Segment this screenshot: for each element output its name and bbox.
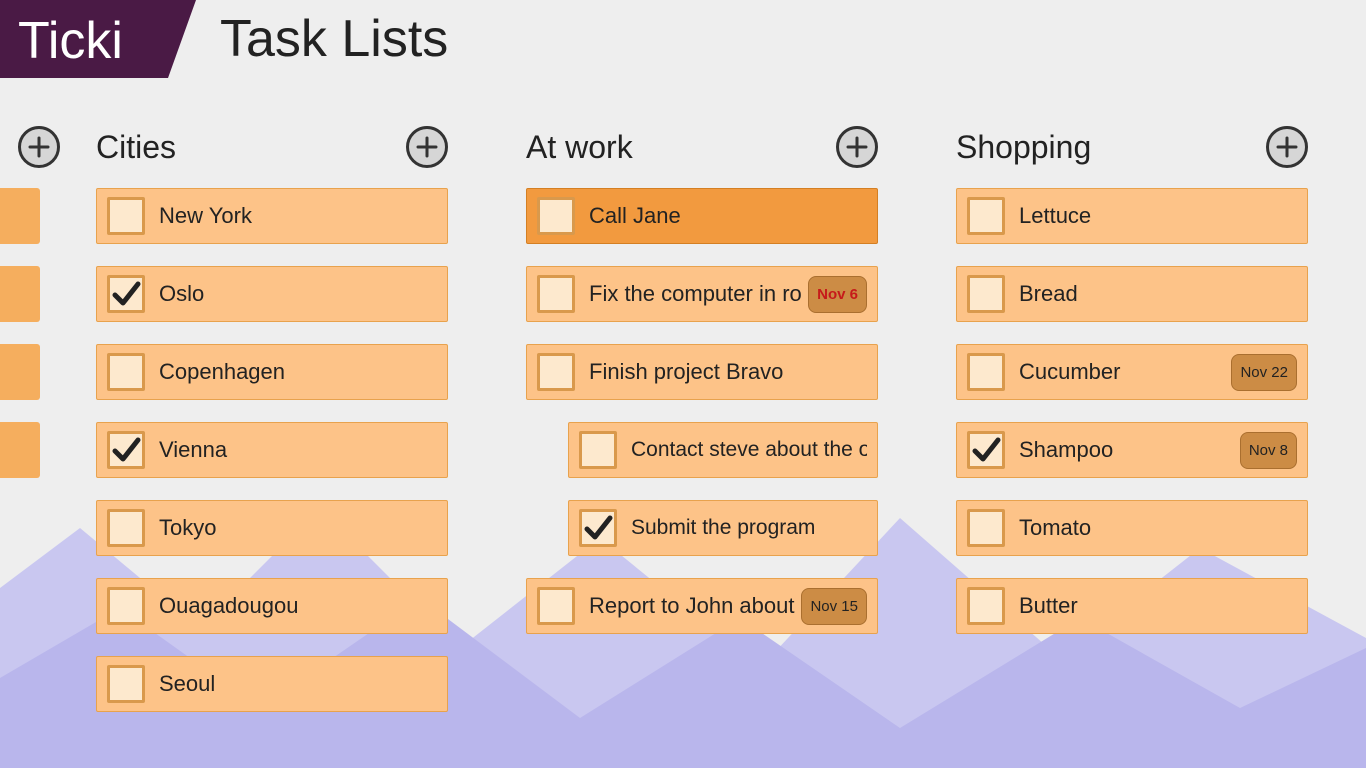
task-item[interactable]: New York [96, 188, 448, 244]
prev-list-edge[interactable] [0, 122, 40, 768]
app-brand: Ticki [0, 0, 168, 78]
task-label: Lettuce [1019, 203, 1297, 229]
task-item[interactable]: Ouagadougou [96, 578, 448, 634]
task-checkbox[interactable] [107, 665, 145, 703]
list-header: Shopping [956, 122, 1330, 172]
task-date-tag: Nov 6 [808, 276, 867, 313]
task-checkbox[interactable] [537, 353, 575, 391]
list-column-shopping: Shopping Lettuce Bread CucumberNov 22 Shampo… [900, 122, 1330, 768]
task-checkbox[interactable] [107, 197, 145, 235]
task-label: Copenhagen [159, 359, 437, 385]
list-header: Cities [96, 122, 470, 172]
task-checkbox[interactable] [967, 587, 1005, 625]
task-checkbox[interactable] [967, 197, 1005, 235]
task-label: Tomato [1019, 515, 1297, 541]
task-item[interactable]: ShampooNov 8 [956, 422, 1308, 478]
task-label: Shampoo [1019, 437, 1234, 463]
list-title[interactable]: At work [526, 129, 633, 166]
prev-list-task-edge[interactable] [0, 422, 40, 478]
task-label: Cucumber [1019, 359, 1225, 385]
task-item[interactable]: Submit the program [568, 500, 878, 556]
task-checkbox[interactable] [967, 275, 1005, 313]
prev-list-task-edge[interactable] [0, 188, 40, 244]
task-item[interactable]: Butter [956, 578, 1308, 634]
task-item[interactable]: Finish project Bravo [526, 344, 878, 400]
task-item[interactable]: Contact steve about the off [568, 422, 878, 478]
add-task-button[interactable] [406, 126, 448, 168]
task-label: Butter [1019, 593, 1297, 619]
task-checkbox[interactable] [107, 275, 145, 313]
tasks-container: New York Oslo Copenhagen Vienna Tokyo Ouagado… [96, 188, 470, 734]
task-checkbox[interactable] [107, 587, 145, 625]
task-item[interactable]: Tokyo [96, 500, 448, 556]
task-checkbox[interactable] [537, 275, 575, 313]
task-checkbox[interactable] [967, 431, 1005, 469]
task-date-tag: Nov 22 [1231, 354, 1297, 391]
list-title[interactable]: Shopping [956, 129, 1091, 166]
task-label: Finish project Bravo [589, 359, 867, 385]
tasks-container: Call Jane Fix the computer in rooNov 6 Fin… [526, 188, 900, 656]
tasks-container: Lettuce Bread CucumberNov 22 ShampooNov 8 To… [956, 188, 1330, 656]
task-date-tag: Nov 8 [1240, 432, 1297, 469]
task-checkbox[interactable] [967, 353, 1005, 391]
task-checkbox[interactable] [107, 353, 145, 391]
task-checkbox[interactable] [579, 509, 617, 547]
task-item[interactable]: Fix the computer in rooNov 6 [526, 266, 878, 322]
task-checkbox[interactable] [537, 587, 575, 625]
task-item[interactable]: Vienna [96, 422, 448, 478]
task-label: Report to John about th [589, 593, 795, 619]
task-label: Bread [1019, 281, 1297, 307]
brand-label: Ticki [18, 11, 123, 71]
add-task-button[interactable] [1266, 126, 1308, 168]
task-checkbox[interactable] [107, 431, 145, 469]
task-item[interactable]: Copenhagen [96, 344, 448, 400]
add-task-button[interactable] [836, 126, 878, 168]
task-label: New York [159, 203, 437, 229]
list-title[interactable]: Cities [96, 129, 176, 166]
task-item[interactable]: Oslo [96, 266, 448, 322]
list-column-cities: Cities New York Oslo Copenhagen Vienna Tokyo O… [40, 122, 470, 768]
task-label: Ouagadougou [159, 593, 437, 619]
task-item[interactable]: Bread [956, 266, 1308, 322]
page-title: Task Lists [168, 0, 448, 78]
task-label: Submit the program [631, 516, 867, 540]
task-checkbox[interactable] [579, 431, 617, 469]
task-item[interactable]: Seoul [96, 656, 448, 712]
task-label: Fix the computer in roo [589, 281, 802, 307]
task-label: Seoul [159, 671, 437, 697]
task-item[interactable]: Call Jane [526, 188, 878, 244]
task-label: Call Jane [589, 203, 867, 229]
task-item[interactable]: Report to John about thNov 15 [526, 578, 878, 634]
prev-list-task-edge[interactable] [0, 344, 40, 400]
task-checkbox[interactable] [967, 509, 1005, 547]
task-label: Contact steve about the off [631, 438, 867, 462]
list-header: At work [526, 122, 900, 172]
list-column-at-work: At workCall JaneFix the computer in rooN… [470, 122, 900, 768]
task-item[interactable]: CucumberNov 22 [956, 344, 1308, 400]
task-label: Oslo [159, 281, 437, 307]
task-checkbox[interactable] [537, 197, 575, 235]
task-date-tag: Nov 15 [801, 588, 867, 625]
task-label: Vienna [159, 437, 437, 463]
prev-list-task-edge[interactable] [0, 266, 40, 322]
task-label: Tokyo [159, 515, 437, 541]
add-list-button-left[interactable] [18, 126, 60, 168]
app-header: Ticki Task Lists [0, 0, 1366, 78]
task-checkbox[interactable] [107, 509, 145, 547]
lists-panorama[interactable]: Cities New York Oslo Copenhagen Vienna Tokyo O… [0, 78, 1366, 768]
task-item[interactable]: Lettuce [956, 188, 1308, 244]
task-item[interactable]: Tomato [956, 500, 1308, 556]
